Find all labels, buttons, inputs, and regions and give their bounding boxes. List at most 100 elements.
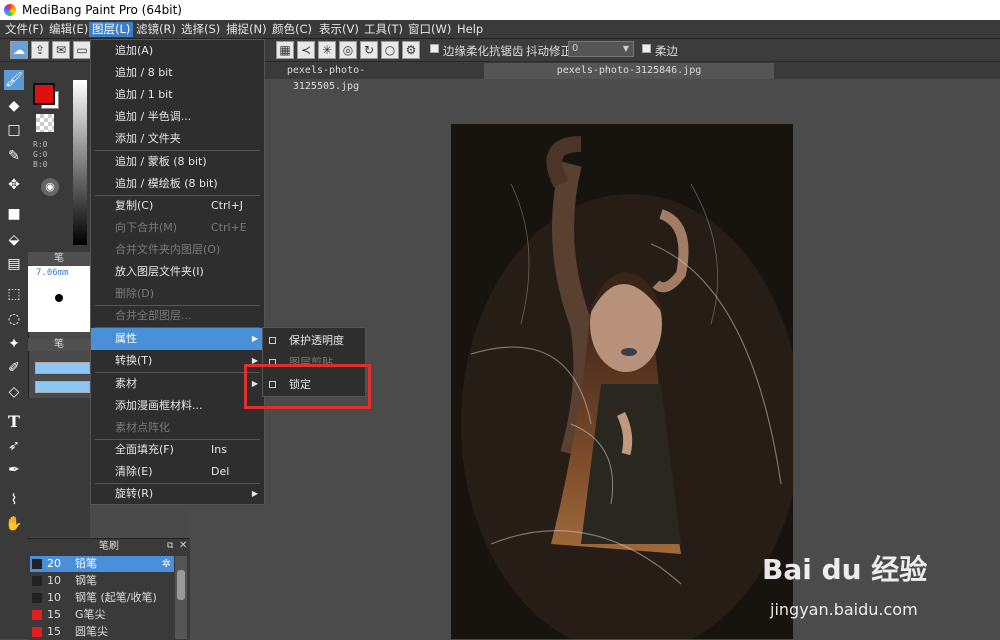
stabilizer-value: 0 [572, 43, 579, 54]
menu-item-add-mask[interactable]: 追加 / 蒙板 (8 bit) [91, 151, 264, 173]
chat-icon[interactable]: ▭ [73, 41, 91, 59]
dot-brush-icon[interactable]: ✎ [4, 146, 24, 166]
menu-snap[interactable]: 捕捉(N) [223, 22, 270, 37]
undock-icon[interactable]: ⧉ [167, 541, 173, 551]
text-tool-icon[interactable]: T [4, 412, 24, 432]
settings-icon[interactable]: ⚙ [402, 41, 420, 59]
brush-item[interactable]: 20 铅笔 ✲ [30, 556, 174, 572]
gear-icon[interactable]: ✲ [162, 556, 171, 572]
menu-tools[interactable]: 工具(T) [361, 22, 406, 37]
select-eraser-icon[interactable]: ◇ [4, 382, 24, 402]
bucket-tool-icon[interactable]: ⬙ [4, 230, 24, 250]
perspective-icon[interactable]: ≺ [297, 41, 315, 59]
palette-icon[interactable]: ◉ [41, 178, 59, 196]
menu-item-fill-all[interactable]: 全面填充(F) Ins [91, 439, 264, 461]
menu-select[interactable]: 选择(S) [178, 22, 223, 37]
brush-size: 10 [47, 591, 61, 604]
submenu-item-protect-alpha[interactable]: 保护透明度 [263, 330, 365, 352]
brush-scrollbar-thumb[interactable] [177, 570, 185, 600]
menu-item-add-stencil[interactable]: 追加 / 模绘板 (8 bit) [91, 173, 264, 195]
divide-tool-icon[interactable]: ✒ [4, 460, 24, 480]
menu-file[interactable]: 文件(F) [2, 22, 47, 37]
soft-edge-label: 柔边 [655, 44, 678, 58]
menu-filter[interactable]: 滤镜(R) [133, 22, 179, 37]
submenu-arrow-icon: ▶ [251, 334, 258, 343]
brush-item[interactable]: 15 G笔尖 [30, 607, 174, 623]
hand-tool-icon[interactable]: ✋ [4, 514, 24, 534]
magic-wand-icon[interactable]: ✦ [4, 334, 24, 354]
highlight-annotation-box [244, 364, 371, 409]
select-rect-icon[interactable]: ⬚ [4, 284, 24, 304]
window-title: MediBang Paint Pro (64bit) [22, 3, 182, 17]
brush-item[interactable]: 10 钢笔 (起笔/收笔) [30, 590, 174, 606]
size-slider[interactable] [35, 381, 90, 393]
brush-name: 铅笔 [75, 557, 97, 570]
grid-icon[interactable]: ▦ [276, 41, 294, 59]
rectangle-tool-icon[interactable]: □ [4, 120, 24, 140]
menu-item-add-8bit[interactable]: 追加 / 8 bit [91, 62, 264, 84]
artwork-illustration [451, 124, 793, 639]
submenu-arrow-icon: ▶ [251, 489, 258, 498]
menu-item-add-halftone[interactable]: 追加 / 半色调... [91, 106, 264, 128]
comment-icon[interactable]: ✉ [52, 41, 70, 59]
circle-snap-icon[interactable]: ○ [381, 41, 399, 59]
tab-document-1[interactable]: pexels-photo-3125505.jpg [268, 63, 384, 92]
menu-item-add-1bit[interactable]: 追加 / 1 bit [91, 84, 264, 106]
menu-item-put-in-folder[interactable]: 放入图层文件夹(I) [91, 261, 264, 283]
color-value-bar[interactable] [73, 80, 87, 245]
red-value: R:0 [33, 140, 48, 149]
menu-item-convert[interactable]: 转换(T) ▶ [91, 350, 264, 372]
curve-icon[interactable]: ↻ [360, 41, 378, 59]
menu-item-rasterize-material: 素材点阵化 [115, 421, 170, 434]
menu-item-add-folder[interactable]: 添加 / 文件夹 [91, 128, 264, 150]
select-pen-icon[interactable]: ✐ [4, 358, 24, 378]
eraser-tool-icon[interactable]: ◆ [4, 96, 24, 116]
gradient-tool-icon[interactable]: ▤ [4, 254, 24, 274]
menu-help[interactable]: Help [454, 22, 486, 37]
operation-tool-icon[interactable]: ➶ [4, 436, 24, 456]
menu-item-delete: 删除(D) [115, 287, 155, 300]
app-logo-icon [4, 4, 16, 16]
menu-item-duplicate[interactable]: 复制(C) Ctrl+J [91, 195, 264, 217]
menu-view[interactable]: 表示(V) [316, 22, 362, 37]
concentric-icon[interactable]: ◎ [339, 41, 357, 59]
share-icon[interactable]: ⇪ [31, 41, 49, 59]
eyedropper-icon[interactable]: ⌇ [4, 490, 24, 510]
menu-item-material[interactable]: 素材 ▶ [91, 373, 264, 395]
menu-edit[interactable]: 编辑(E) [46, 22, 91, 37]
brush-item[interactable]: 10 钢笔 [30, 573, 174, 589]
menu-layer[interactable]: 图层(L) [89, 22, 134, 37]
menu-item-add-panel-material[interactable]: 添加漫画框材料... [91, 395, 264, 417]
antialias-label: 边缘柔化抗锯齿 [443, 44, 524, 58]
radial-icon[interactable]: ✳ [318, 41, 336, 59]
brush-name: 圆笔尖 [75, 625, 108, 638]
menu-item-rotate[interactable]: 旋转(R) ▶ [91, 483, 264, 505]
artwork-image[interactable] [451, 124, 793, 639]
opacity-slider[interactable] [35, 362, 90, 374]
lasso-icon[interactable]: ◌ [4, 309, 24, 329]
stabilizer-select[interactable]: 0 ▼ [568, 41, 634, 57]
tab-document-2[interactable]: pexels-photo-3125846.jpg [484, 63, 774, 79]
green-value: G:0 [33, 150, 48, 159]
menu-item-clear[interactable]: 清除(E) Del [91, 461, 264, 483]
brush-size: 15 [47, 625, 61, 638]
menu-color[interactable]: 颜色(C) [269, 22, 315, 37]
brush-size: 10 [47, 574, 61, 587]
menu-item-merge-folder: 合并文件夹内图层(O) [115, 243, 221, 256]
soft-edge-checkbox[interactable] [642, 44, 651, 53]
foreground-color-swatch[interactable] [33, 83, 55, 105]
menu-item-properties[interactable]: 属性 ▶ [91, 328, 264, 350]
brush-item[interactable]: 15 圆笔尖 [30, 624, 174, 640]
antialias-checkbox[interactable] [430, 44, 439, 53]
move-tool-icon[interactable]: ✥ [4, 175, 24, 195]
close-icon[interactable]: ✕ [179, 540, 187, 551]
brush-color-swatch [32, 627, 42, 637]
cloud-icon[interactable]: ☁ [10, 41, 28, 59]
layer-menu: 追加(A) 追加 / 8 bit 追加 / 1 bit 追加 / 半色调... … [90, 39, 265, 505]
fill-rect-tool-icon[interactable]: ■ [4, 204, 24, 224]
transparent-color-swatch[interactable] [36, 114, 54, 132]
blue-value: B:0 [33, 160, 48, 169]
brush-tool-icon[interactable]: 🖌 [4, 70, 24, 90]
menu-window[interactable]: 窗口(W) [405, 22, 454, 37]
menu-item-add[interactable]: 追加(A) [91, 40, 264, 62]
